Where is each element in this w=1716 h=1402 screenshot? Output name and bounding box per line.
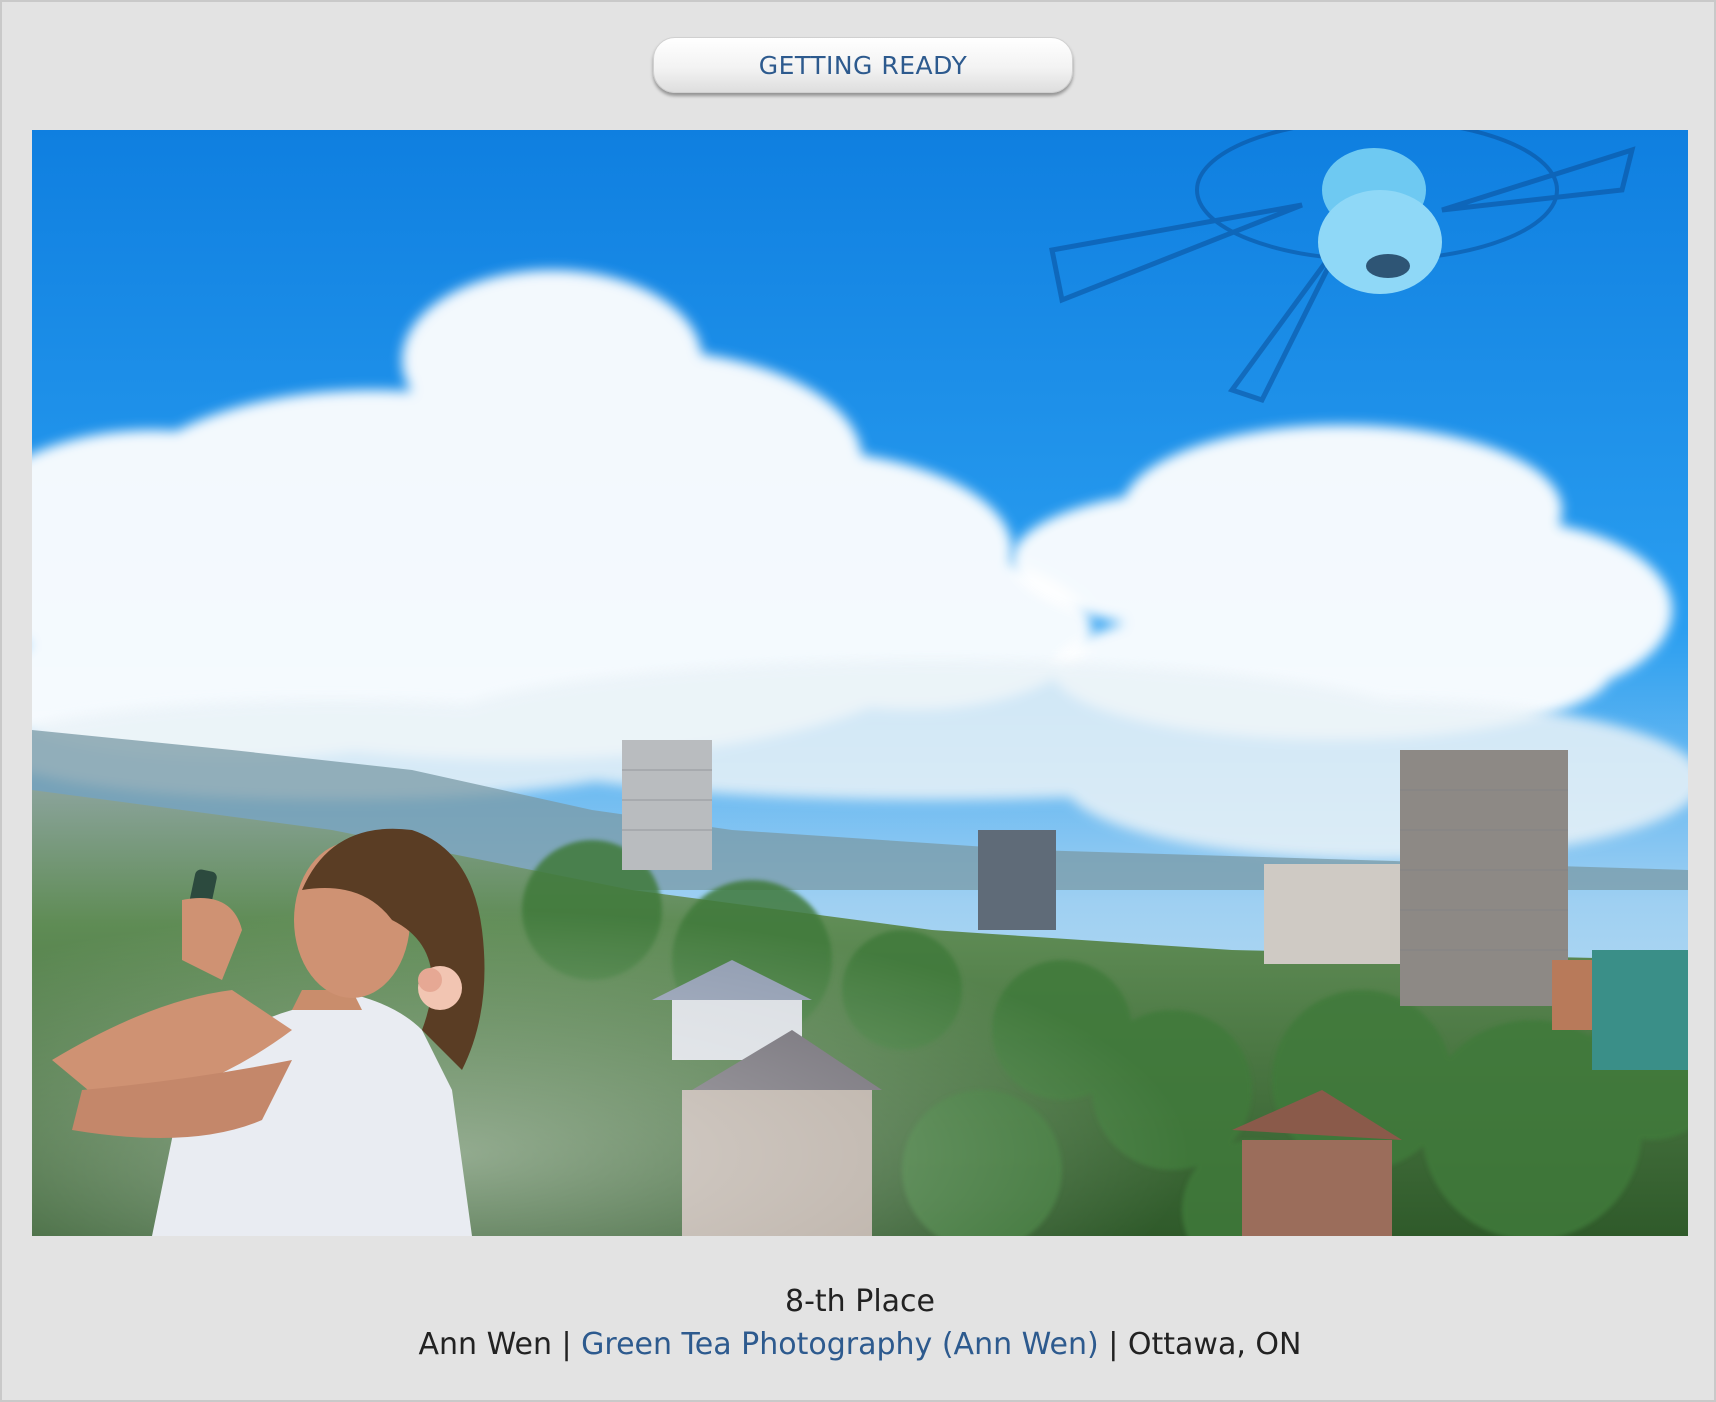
credit-separator: | xyxy=(1098,1327,1128,1362)
photo-credits: Ann Wen | Green Tea Photography (Ann Wen… xyxy=(2,1327,1716,1362)
studio-link[interactable]: Green Tea Photography (Ann Wen) xyxy=(581,1327,1099,1362)
credit-separator: | xyxy=(551,1327,582,1362)
category-label: GETTING READY xyxy=(758,50,968,80)
location-text: Ottawa, ON xyxy=(1127,1327,1302,1362)
photographer-name: Ann Wen xyxy=(418,1327,552,1362)
category-button[interactable]: GETTING READY xyxy=(653,37,1073,93)
award-place: 8-th Place xyxy=(785,1284,935,1319)
page-frame: GETTING READY 8-th Place Ann Wen | Green… xyxy=(0,0,1716,1402)
contest-photo[interactable] xyxy=(32,130,1688,1236)
